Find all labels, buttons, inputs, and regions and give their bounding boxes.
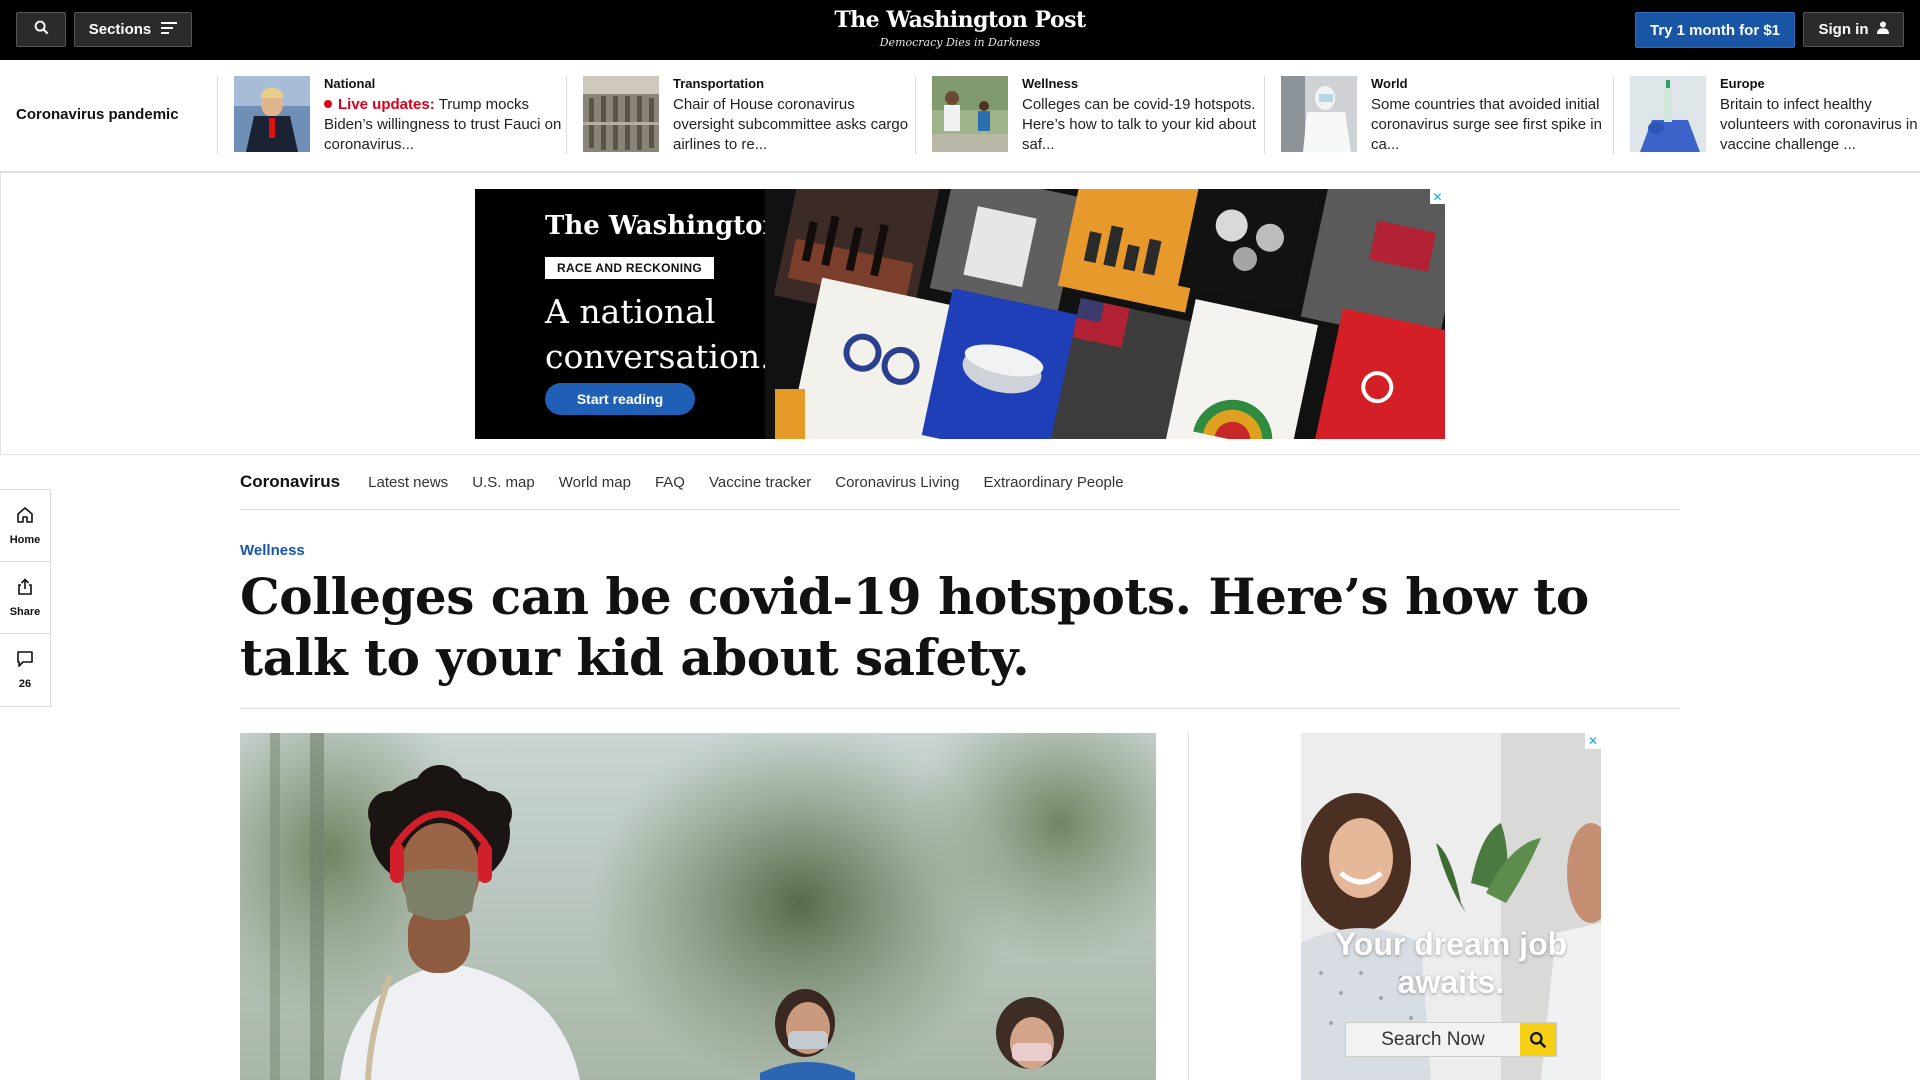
top-ad-banner[interactable]: The Washington Post RACE AND RECKONING A… — [475, 189, 1445, 439]
ticker-kicker: World — [1371, 76, 1408, 91]
comment-icon — [16, 650, 34, 673]
ticker-thumbnail[interactable] — [1630, 76, 1706, 152]
section-nav: Coronavirus Latest news U.S. map World m… — [240, 455, 1680, 510]
ticker-headline[interactable]: Colleges can be covid-19 hotspots. Here’… — [1022, 95, 1265, 155]
side-ad-search-label: Search Now — [1381, 1028, 1485, 1050]
sections-button[interactable]: Sections — [74, 12, 192, 47]
ticker-headline[interactable]: Some countries that avoided initial coro… — [1371, 95, 1614, 155]
comments-count: 26 — [18, 678, 32, 690]
ad-collage-image — [765, 189, 1445, 439]
ticker-item[interactable]: Europe Britain to infect healthy volunte… — [1613, 76, 1920, 154]
site-logo[interactable]: The Washington Post — [810, 6, 1110, 34]
sign-in-label: Sign in — [1818, 21, 1869, 38]
nav-link-faq[interactable]: FAQ — [655, 474, 685, 491]
home-label: Home — [9, 533, 41, 546]
live-dot-icon — [324, 100, 332, 108]
headline-divider — [240, 708, 1680, 709]
top-ad-frame: The Washington Post RACE AND RECKONING A… — [0, 172, 1920, 455]
search-icon — [34, 20, 49, 39]
nav-link-latest-news[interactable]: Latest news — [368, 474, 448, 491]
sign-in-button[interactable]: Sign in — [1803, 12, 1904, 47]
ticker-headline[interactable]: Live updates: Trump mocks Biden’s willing… — [324, 95, 567, 155]
ticker-title[interactable]: Coronavirus pandemic — [16, 106, 179, 123]
coronavirus-ticker: Coronavirus pandemic National Live updat… — [0, 60, 1920, 172]
live-updates-label: Live updates: — [338, 96, 435, 113]
search-button[interactable] — [16, 12, 66, 47]
side-ad[interactable]: ✕ Your dream job awaits. Search Now — [1301, 733, 1601, 1080]
share-label: Share — [9, 605, 41, 618]
nav-link-us-map[interactable]: U.S. map — [472, 474, 535, 491]
home-button[interactable]: Home — [0, 490, 50, 562]
ticker-thumbnail[interactable] — [583, 76, 659, 152]
nav-link-world-map[interactable]: World map — [559, 474, 631, 491]
article-kicker[interactable]: Wellness — [240, 542, 305, 559]
share-button[interactable]: Share — [0, 562, 50, 634]
menu-icon — [161, 21, 178, 38]
lead-photo — [240, 733, 1156, 1080]
share-icon — [16, 577, 34, 601]
ticker-kicker: Wellness — [1022, 76, 1079, 91]
side-ad-search-icon — [1520, 1023, 1556, 1056]
ticker-item[interactable]: Wellness Colleges can be covid-19 hotspo… — [915, 76, 1265, 154]
masthead[interactable]: The Washington Post Democracy Dies in Da… — [810, 6, 1110, 49]
home-icon — [16, 506, 34, 529]
article-headline: Colleges can be covid-19 hotspots. Here’… — [240, 567, 1589, 687]
site-header: Sections The Washington Post Democracy D… — [0, 0, 1920, 60]
ticker-kicker: Transportation — [673, 76, 765, 91]
side-ad-search-button[interactable]: Search Now — [1345, 1022, 1557, 1057]
ticker-thumbnail[interactable] — [234, 76, 310, 152]
user-icon — [1876, 21, 1889, 38]
sections-label: Sections — [88, 21, 152, 38]
column-divider — [1188, 733, 1189, 1080]
side-ad-headline: Your dream job awaits. — [1334, 926, 1568, 1000]
ad-close-icon[interactable]: ✕ — [1430, 189, 1445, 204]
ticker-thumbnail[interactable] — [932, 76, 1008, 152]
left-action-rail: Home Share 26 — [0, 489, 51, 707]
nav-link-vaccine-tracker[interactable]: Vaccine tracker — [709, 474, 811, 491]
ticker-headline[interactable]: Britain to infect healthy volunteers wit… — [1720, 95, 1920, 154]
comments-button[interactable]: 26 — [0, 634, 50, 706]
nav-link-coronavirus-living[interactable]: Coronavirus Living — [835, 474, 959, 491]
nav-link-extraordinary-people[interactable]: Extraordinary People — [983, 474, 1123, 491]
section-title[interactable]: Coronavirus — [240, 472, 340, 492]
ticker-kicker: Europe — [1720, 76, 1765, 91]
ticker-item[interactable]: World Some countries that avoided initia… — [1264, 76, 1614, 154]
ticker-item[interactable]: National Live updates: Trump mocks Biden’… — [217, 76, 567, 154]
site-tagline: Democracy Dies in Darkness — [879, 36, 1041, 49]
subscribe-button[interactable]: Try 1 month for $1 — [1635, 12, 1795, 48]
ticker-thumbnail[interactable] — [1281, 76, 1357, 152]
ticker-headline[interactable]: Chair of House coronavirus oversight sub… — [673, 95, 916, 155]
ad-start-reading-button[interactable]: Start reading — [545, 383, 695, 415]
ad-headline: A national conversation. — [545, 292, 771, 376]
ad-tag: RACE AND RECKONING — [545, 257, 714, 279]
ticker-item[interactable]: Transportation Chair of House coronaviru… — [566, 76, 916, 154]
ticker-kicker: National — [324, 76, 376, 91]
side-ad-close-icon[interactable]: ✕ — [1585, 733, 1601, 749]
